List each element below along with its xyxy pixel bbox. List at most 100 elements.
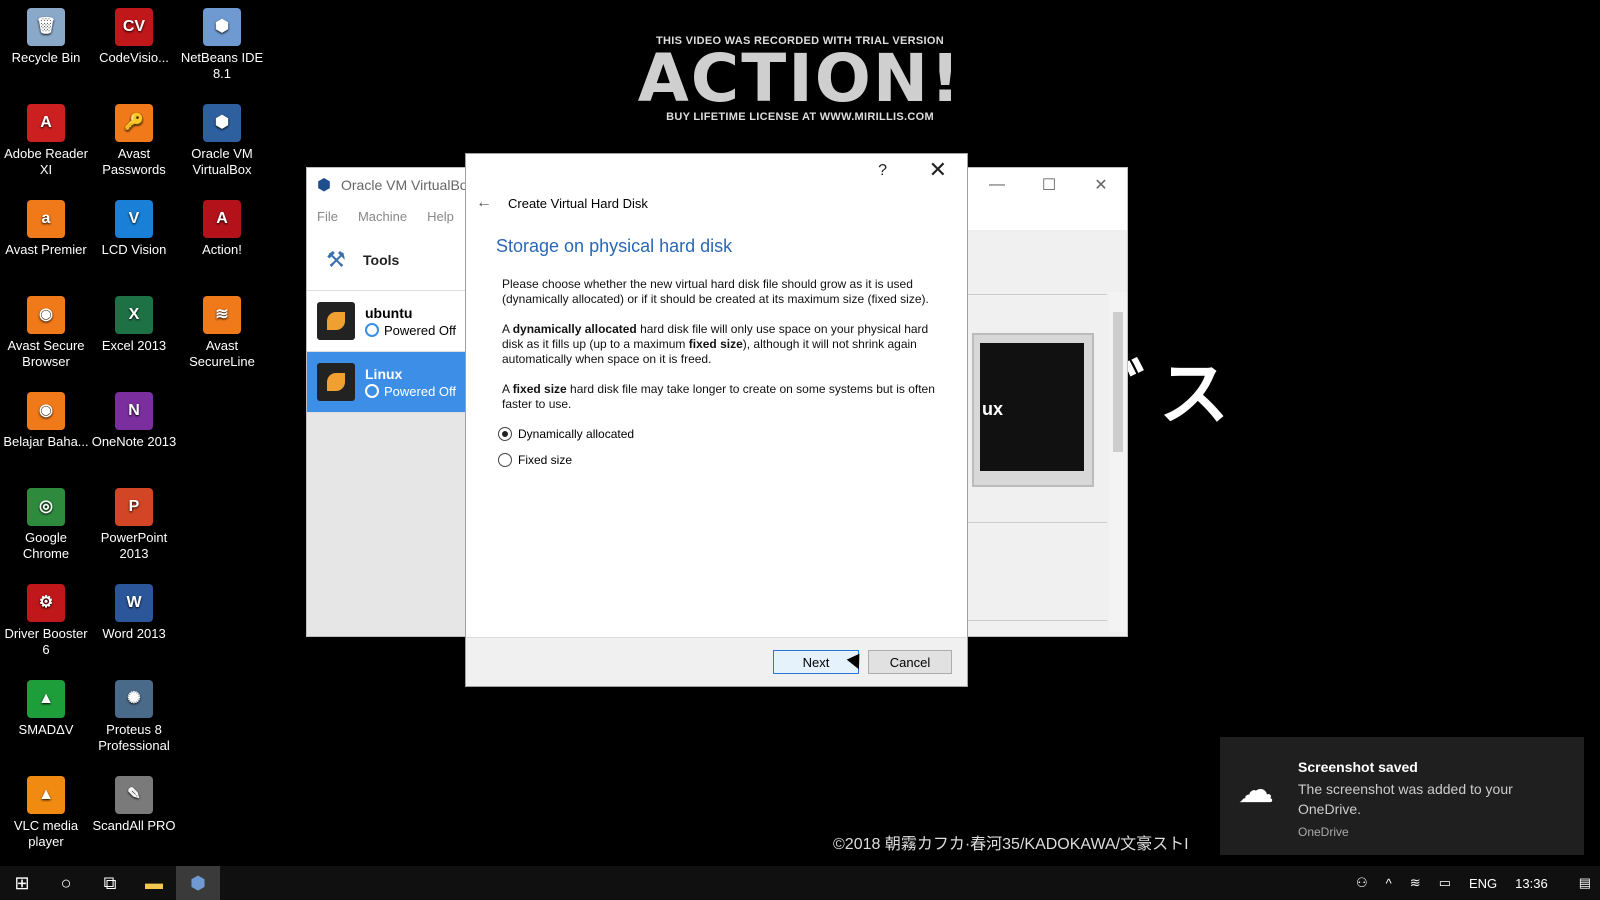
maximize-icon[interactable]: ☐ [1023, 168, 1075, 202]
clock[interactable]: 13:36 [1515, 876, 1548, 891]
desktop-icon-belajar[interactable]: ◉ Belajar Baha... [2, 392, 90, 450]
start-windows-icon[interactable]: ⊞ [0, 866, 44, 900]
powerpoint-icon: P [115, 488, 153, 526]
desktop-icon-scandall[interactable]: ✎ ScandAll PRO [90, 776, 178, 834]
desktop-icon-smadav[interactable]: ▲ SMADΔV [2, 680, 90, 738]
menu-machine[interactable]: Machine [358, 209, 407, 224]
desktop-icon-onenote[interactable]: N OneNote 2013 [90, 392, 178, 450]
vm-item-linux[interactable]: Linux Powered Off [307, 352, 467, 413]
vlc-icon: ▲ [27, 776, 65, 814]
desktop-icon-netbeans[interactable]: ⬢ NetBeans IDE 8.1 [178, 8, 266, 82]
desktop-icon-word[interactable]: W Word 2013 [90, 584, 178, 642]
cortana-search-icon[interactable]: ○ [44, 866, 88, 900]
vm-name: Linux [365, 365, 403, 382]
close-icon[interactable]: ✕ [1075, 168, 1127, 202]
dialog-title-bar[interactable]: ? ✕ [466, 154, 967, 188]
radio-selected-icon[interactable] [498, 427, 512, 441]
onenote-icon: N [115, 392, 153, 430]
vbox-window-title: Oracle VM VirtualBo [341, 177, 468, 193]
bold-text: fixed size [512, 382, 567, 396]
desktop-icon-label: Proteus 8 Professional [98, 722, 170, 753]
desktop-icon-label: Avast Secure Browser [7, 338, 85, 369]
vm-preview-text: ux [982, 399, 1004, 419]
wifi-icon[interactable]: ≋ [1410, 875, 1421, 891]
word-icon: W [115, 584, 153, 622]
next-button[interactable]: Next [773, 650, 859, 674]
details-scrollbar[interactable] [1109, 292, 1127, 632]
help-icon[interactable]: ? [878, 162, 887, 180]
desktop-icon-lcd-vision[interactable]: V LCD Vision [90, 200, 178, 258]
vm-item-ubuntu[interactable]: ubuntu Powered Off [307, 291, 467, 352]
desktop-icon-label: Action! [202, 242, 242, 257]
smadav-icon: ▲ [27, 680, 65, 718]
desktop-icon-label: VLC media player [13, 818, 79, 849]
desktop-icon-excel[interactable]: X Excel 2013 [90, 296, 178, 354]
radio-label: Dynamically allocated [518, 427, 635, 441]
recording-watermark: THIS VIDEO WAS RECORDED WITH TRIAL VERSI… [620, 35, 980, 123]
adobe-reader-icon: A [27, 104, 65, 142]
action-center-icon[interactable]: ▤ [1579, 875, 1591, 891]
create-virtual-hard-disk-dialog: ? ✕ ← Create Virtual Hard Disk Storage o… [465, 153, 968, 687]
file-explorer-icon[interactable]: ▬ [132, 866, 176, 900]
desktop-icon-proteus[interactable]: ✺ Proteus 8 Professional [90, 680, 178, 754]
action-icon: A [203, 200, 241, 238]
divider [967, 620, 1107, 621]
radio-unselected-icon[interactable] [498, 453, 512, 467]
minimize-icon[interactable]: — [971, 168, 1023, 202]
radio-label: Fixed size [518, 453, 573, 467]
desktop-icon-label: Driver Booster 6 [4, 626, 88, 657]
menu-file[interactable]: File [317, 209, 338, 224]
desktop-icon-recycle-bin[interactable]: 🗑 Recycle Bin [2, 8, 90, 66]
people-icon[interactable]: ⚇ [1356, 875, 1368, 891]
desktop-icon-avast-secureline[interactable]: ≋ Avast SecureLine [178, 296, 266, 370]
vbox-window-controls: — ☐ ✕ [971, 168, 1127, 202]
cancel-button[interactable]: Cancel [868, 650, 952, 674]
paragraph-2: A dynamically allocated hard disk file w… [502, 322, 939, 367]
codevision-icon: CV [115, 8, 153, 46]
desktop-icon-avast-passwords[interactable]: 🔑 Avast Passwords [90, 104, 178, 178]
belajar-icon: ◉ [27, 392, 65, 430]
vm-state: Powered Off [365, 384, 456, 399]
back-arrow-icon[interactable]: ← [476, 194, 492, 212]
radio-dynamically-allocated[interactable]: Dynamically allocated [498, 427, 967, 441]
desktop-icon-action[interactable]: A Action! [178, 200, 266, 258]
wizard-title: Create Virtual Hard Disk [508, 195, 648, 211]
divider [967, 294, 1107, 295]
driver-booster-icon: ⚙ [27, 584, 65, 622]
vm-list-panel: ⚒ Tools ubuntu Powered Off Linux Powered… [307, 230, 467, 636]
recycle-bin-icon: 🗑 [27, 8, 65, 46]
virtualbox-taskbar-icon[interactable]: ⬢ [176, 866, 220, 900]
desktop-icon-label: CodeVisio... [99, 50, 169, 65]
vm-preview: ux [972, 333, 1094, 487]
language-indicator[interactable]: ENG [1469, 876, 1497, 891]
avast-premier-icon: a [27, 200, 65, 238]
desktop-icon-adobe-reader[interactable]: A Adobe Reader XI [2, 104, 90, 178]
text: hard disk file may take longer to create… [502, 382, 935, 411]
desktop-icon-avast-secure-browser[interactable]: ◉ Avast Secure Browser [2, 296, 90, 370]
battery-icon[interactable]: ▭ [1439, 875, 1451, 891]
chevron-up-icon[interactable]: ^ [1386, 876, 1392, 891]
desktop-icon-virtualbox[interactable]: ⬢ Oracle VM VirtualBox [178, 104, 266, 178]
desktop-icon-label: LCD Vision [101, 242, 167, 257]
desktop-icon-codevision[interactable]: CV CodeVisio... [90, 8, 178, 66]
radio-fixed-size[interactable]: Fixed size [498, 453, 967, 467]
paragraph-1: Please choose whether the new virtual ha… [502, 277, 929, 306]
vm-os-icon [317, 363, 355, 401]
close-icon[interactable]: ✕ [929, 157, 947, 183]
desktop-icon-avast-premier[interactable]: a Avast Premier [2, 200, 90, 258]
desktop-icon-powerpoint[interactable]: P PowerPoint 2013 [90, 488, 178, 562]
notification-toast[interactable]: ☁ Screenshot saved The screenshot was ad… [1220, 737, 1584, 855]
tools-item[interactable]: ⚒ Tools [307, 230, 467, 291]
desktop-icon-chrome[interactable]: ◎ Google Chrome [2, 488, 90, 562]
desktop-icon-driver-booster[interactable]: ⚙ Driver Booster 6 [2, 584, 90, 658]
avast-passwords-icon: 🔑 [115, 104, 153, 142]
proteus-icon: ✺ [115, 680, 153, 718]
video-copyright-text: ©2018 朝霧カフカ·春河35/KADOKAWA/文豪ストI [833, 836, 1189, 853]
scrollbar-thumb[interactable] [1113, 312, 1123, 452]
desktop-icon-vlc[interactable]: ▲ VLC media player [2, 776, 90, 850]
power-off-icon [365, 384, 379, 398]
menu-help[interactable]: Help [427, 209, 454, 224]
text: A [502, 322, 513, 336]
desktop-icon-label: Adobe Reader XI [4, 146, 88, 177]
task-view-icon[interactable]: ⧉ [88, 866, 132, 900]
